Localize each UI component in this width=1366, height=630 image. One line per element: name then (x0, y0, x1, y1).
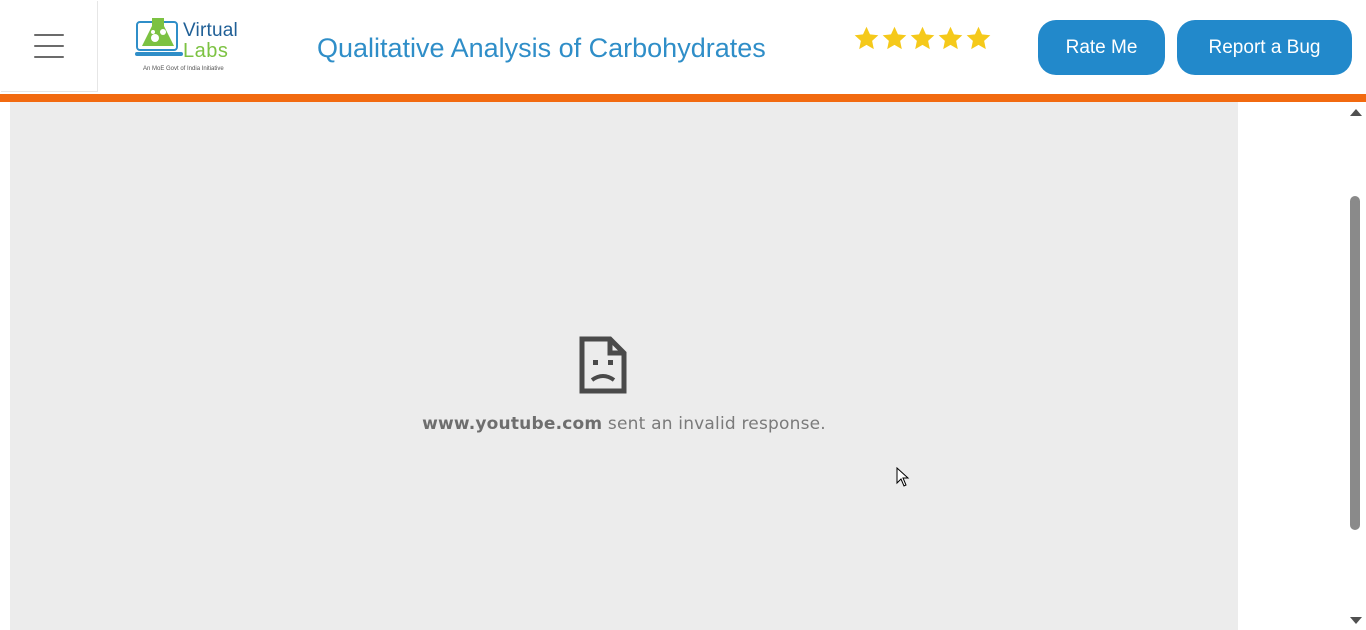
error-message: www.youtube.com sent an invalid response… (10, 414, 1238, 434)
page-title: Qualitative Analysis of Carbohydrates (317, 33, 766, 63)
logo-word-virtual: Virtual (183, 20, 238, 41)
logo-word-labs: Labs (183, 40, 229, 62)
rating-stars[interactable] (853, 25, 992, 52)
logo-tagline: An MoE Govt of India Initiative (143, 66, 224, 72)
scrollbar-thumb[interactable] (1350, 196, 1360, 530)
rate-me-button[interactable]: Rate Me (1038, 20, 1165, 75)
hamburger-menu-icon (34, 34, 64, 58)
header-accent-bar (0, 94, 1366, 102)
star-icon[interactable] (881, 25, 908, 52)
error-text: sent an invalid response. (602, 414, 826, 434)
hamburger-menu-button[interactable] (1, 1, 98, 92)
virtual-labs-logo[interactable]: Virtual Labs An MoE Govt of India Initia… (135, 14, 247, 76)
site-header: Virtual Labs An MoE Govt of India Initia… (0, 0, 1366, 94)
star-icon[interactable] (853, 25, 880, 52)
scroll-down-arrow-icon[interactable] (1350, 617, 1362, 624)
star-icon[interactable] (965, 25, 992, 52)
page-scrollbar[interactable] (1346, 104, 1366, 630)
video-embed-frame[interactable]: www.youtube.com sent an invalid response… (10, 102, 1238, 630)
report-bug-button[interactable]: Report a Bug (1177, 20, 1352, 75)
error-host: www.youtube.com (422, 414, 603, 434)
mouse-cursor-icon (896, 467, 910, 487)
star-icon[interactable] (937, 25, 964, 52)
sad-document-icon (579, 336, 627, 394)
flask-logo-icon (135, 18, 183, 56)
star-icon[interactable] (909, 25, 936, 52)
scroll-up-arrow-icon[interactable] (1350, 109, 1362, 116)
